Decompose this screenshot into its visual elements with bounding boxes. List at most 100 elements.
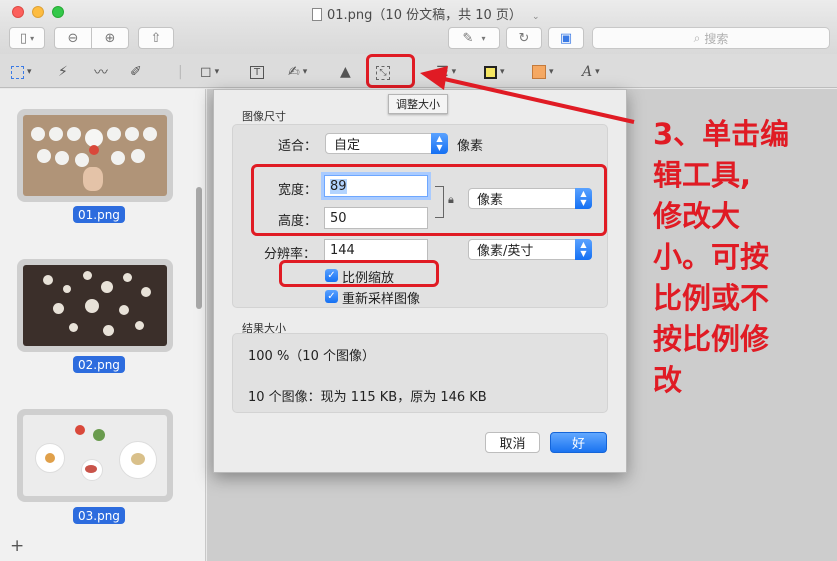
highlight-resize-tool <box>366 54 415 88</box>
zoom-in-icon: ⊕ <box>104 30 116 46</box>
sidebar-toggle-button[interactable]: ▯ ▾ <box>9 27 45 49</box>
fit-popup-value: 自定 <box>334 138 361 153</box>
chevron-down-icon: ▾ <box>595 67 600 77</box>
toolbox-icon: ▣ <box>559 30 573 46</box>
window-title-text: 01.png（10 份文稿，共 10 页） <box>327 8 522 23</box>
search-placeholder: 搜索 <box>704 31 729 46</box>
adjust-color-icon: ▲ <box>340 64 351 80</box>
thumbnail-label-03[interactable]: 03.png <box>73 507 125 524</box>
instant-alpha-tool[interactable]: ⚡ <box>58 62 68 82</box>
share-button[interactable]: ⇧ <box>138 27 174 49</box>
annotation-line: 修改大 <box>653 199 741 233</box>
thumbnail-image-02 <box>23 265 167 346</box>
result-percent: 100 %（10 个图像） <box>248 349 375 364</box>
annotation-line: 辑工具, <box>653 158 752 192</box>
thumbnail-02[interactable] <box>17 259 173 352</box>
resolution-unit-popup[interactable]: 像素/英寸 ▲ ▼ <box>468 239 592 260</box>
sign-tool[interactable]: ✍ ▾ <box>288 62 307 82</box>
chevron-down-icon: ▾ <box>27 67 32 77</box>
fit-label: 适合： <box>278 139 318 154</box>
thumbnail-label-01[interactable]: 01.png <box>73 206 125 223</box>
brush-icon: ✐ <box>130 64 142 80</box>
resolution-value: 144 <box>330 242 355 258</box>
result-summary: 10 个图像：现为 115 KB，原为 146 KB <box>248 390 487 405</box>
fit-unit-label: 像素 <box>457 139 484 154</box>
markup-toolbox-button[interactable]: ▣ <box>548 27 584 49</box>
shapes-icon: ◻ <box>200 64 212 80</box>
shapes-tool[interactable]: ◻ ▾ <box>200 62 219 82</box>
annotation-line: 3、单击编 <box>653 117 790 151</box>
share-icon: ⇧ <box>150 30 162 46</box>
ok-button[interactable]: 好 <box>550 432 607 453</box>
close-window-button[interactable] <box>12 6 24 18</box>
selection-tool[interactable]: ▾ <box>11 62 32 82</box>
line-style-icon: ☰ <box>436 64 449 80</box>
zoom-out-icon: ⊖ <box>67 30 79 46</box>
popup-arrows-icon: ▲ ▼ <box>431 133 448 154</box>
zoom-in-button[interactable]: ⊕ <box>91 27 129 49</box>
cancel-button[interactable]: 取消 <box>485 432 540 453</box>
checkmark-icon: ✓ <box>327 291 336 302</box>
thumbnail-01[interactable] <box>17 109 173 202</box>
minimize-window-button[interactable] <box>32 6 44 18</box>
border-color-icon <box>484 65 497 79</box>
line-style-tool[interactable]: ☰ ▾ <box>436 62 456 82</box>
resample-label[interactable]: 重新采样图像 <box>342 288 420 307</box>
image-size-section-title: 图像尺寸 <box>242 110 286 123</box>
sketch-tool[interactable]: 〰 <box>94 62 108 82</box>
annotation-line: 按比例修 <box>653 322 770 356</box>
resample-checkbox[interactable]: ✓ <box>325 290 338 303</box>
sidebar-scrollbar[interactable] <box>196 187 202 309</box>
chevron-down-icon: ▾ <box>451 67 457 77</box>
pen-icon: ✎ <box>462 30 474 46</box>
chevron-down-icon: ▾ <box>481 33 486 43</box>
magic-wand-icon: ⚡ <box>58 64 68 80</box>
thumbnail-03[interactable] <box>17 409 173 502</box>
thumbnail-sidebar: 01.png 02.png 03.png + <box>0 89 206 561</box>
search-icon: ⌕ <box>693 30 701 45</box>
annotation-line: 改 <box>653 363 683 397</box>
zoom-window-button[interactable] <box>52 6 64 18</box>
fit-popup[interactable]: 自定 ▲ ▼ <box>325 133 448 154</box>
sidebar-icon: ▯ <box>19 30 28 46</box>
sketch-icon: 〰 <box>94 65 108 81</box>
annotation-line: 比例或不 <box>653 281 770 315</box>
add-page-button[interactable]: + <box>10 536 24 556</box>
chevron-down-icon: ▾ <box>214 67 220 77</box>
chevron-down-icon: ▾ <box>302 67 308 77</box>
highlight-scale-checkbox <box>279 260 439 287</box>
highlight-width-height <box>251 164 607 236</box>
fill-color-tool[interactable]: ▾ <box>532 62 554 82</box>
markup-toolbar: ▾ ⚡ 〰 ✐ | ◻ ▾ T ✍ ▾ ▲ ⤡ ☰ ▾ ▾ ▾ A ▾ <box>0 54 837 88</box>
chevron-down-icon: ▾ <box>549 67 554 77</box>
resolution-unit-value: 像素/英寸 <box>477 244 534 259</box>
chevron-down-icon: ▾ <box>30 33 35 43</box>
signature-icon: ✍ <box>288 64 300 80</box>
text-style-tool[interactable]: A ▾ <box>582 62 600 82</box>
fill-color-icon <box>532 65 546 79</box>
draw-tool[interactable]: ✐ <box>130 62 142 82</box>
toolbar-divider: | <box>178 64 183 80</box>
resolution-field[interactable]: 144 <box>324 239 428 261</box>
resize-tooltip: 调整大小 <box>388 94 448 114</box>
thumbnail-image-01 <box>23 115 167 196</box>
thumbnail-label-02[interactable]: 02.png <box>73 356 125 373</box>
main-toolbar: ▯ ▾ ⊖ ⊕ ⇧ ✎ ▾ ↻ ▣ ⌕ 搜索 <box>0 24 837 54</box>
search-field[interactable]: ⌕ 搜索 <box>592 27 830 49</box>
popup-arrows-icon: ▲ ▼ <box>575 239 592 260</box>
rotate-button[interactable]: ↻ <box>506 27 542 49</box>
zoom-out-button[interactable]: ⊖ <box>54 27 92 49</box>
thumbnail-image-03 <box>23 415 167 496</box>
markup-pen-button[interactable]: ✎ ▾ <box>448 27 500 49</box>
adjust-color-tool[interactable]: ▲ <box>340 62 351 82</box>
text-box-icon: T <box>250 65 265 79</box>
text-tool[interactable]: T <box>250 62 265 82</box>
window-title[interactable]: 01.png（10 份文稿，共 10 页） ⌄ <box>312 4 540 23</box>
annotation-line: 小。可按 <box>653 240 770 274</box>
annotation-text: 3、单击编 辑工具, 修改大 小。可按 比例或不 按比例修 改 <box>653 114 803 401</box>
chevron-down-icon: ▾ <box>500 67 505 77</box>
border-color-tool[interactable]: ▾ <box>484 62 505 82</box>
font-icon: A <box>582 64 593 80</box>
title-chevron-icon[interactable]: ⌄ <box>532 12 540 22</box>
title-bar: 01.png（10 份文稿，共 10 页） ⌄ <box>0 0 837 24</box>
